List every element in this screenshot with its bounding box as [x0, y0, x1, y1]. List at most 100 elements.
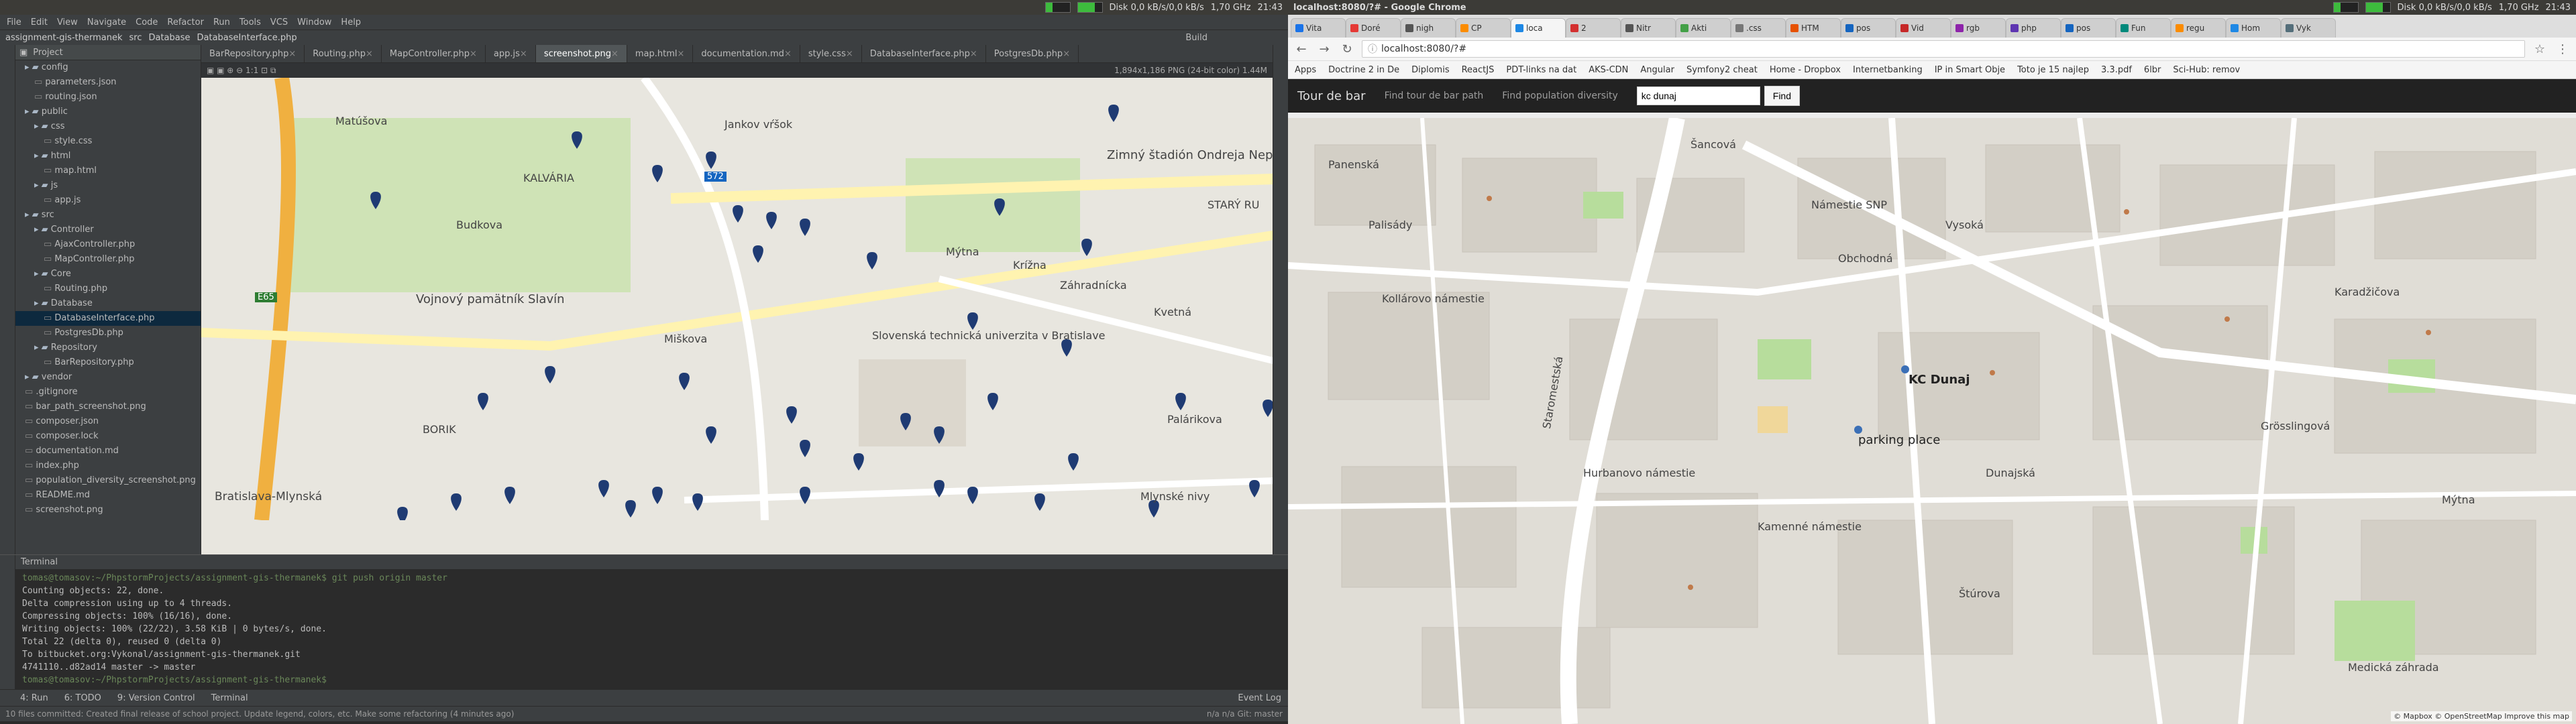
menu-refactor[interactable]: Refactor — [167, 17, 204, 27]
tree-folder[interactable]: ▸ ▰ config — [15, 60, 201, 75]
tree-file[interactable]: ▭ AjaxController.php — [15, 237, 201, 252]
close-icon[interactable]: × — [520, 49, 527, 59]
editor-tab[interactable]: MapController.php × — [382, 45, 486, 62]
tree-file[interactable]: ▭ .gitignore — [15, 385, 201, 400]
bookmark-item[interactable]: AKS-CDN — [1589, 65, 1628, 75]
tree-file[interactable]: ▭ BarRepository.php — [15, 355, 201, 370]
run-tool-button[interactable]: 4: Run — [20, 693, 48, 703]
editor-tab[interactable]: BarRepository.php × — [201, 45, 305, 62]
menu-vcs[interactable]: VCS — [270, 17, 288, 27]
tree-folder[interactable]: ▸ ▰ Database — [15, 296, 201, 311]
bookmark-item[interactable]: Sci-Hub: remov — [2173, 65, 2240, 75]
browser-tab[interactable]: Nitr — [1621, 18, 1676, 38]
browser-tab[interactable]: Vita — [1291, 18, 1346, 38]
tree-folder[interactable]: ▸ ▰ Controller — [15, 223, 201, 237]
browser-tab[interactable]: Vid — [1896, 18, 1951, 38]
breadcrumb-src[interactable]: src — [129, 33, 142, 43]
app-brand[interactable]: Tour de bar — [1297, 89, 1366, 103]
forward-icon[interactable]: → — [1316, 41, 1332, 57]
tree-folder[interactable]: ▸ ▰ css — [15, 119, 201, 134]
browser-tab[interactable]: regu — [2171, 18, 2226, 38]
reload-icon[interactable]: ↻ — [1339, 41, 1355, 57]
web-map[interactable]: KC Dunaj parking place Staromestská Pali… — [1288, 118, 2576, 724]
bookmark-item[interactable]: PDT-links na dat — [1506, 65, 1576, 75]
tree-folder[interactable]: ▸ ▰ public — [15, 105, 201, 119]
tree-folder[interactable]: ▸ ▰ html — [15, 149, 201, 164]
browser-tab[interactable]: loca — [1511, 18, 1566, 38]
tree-file[interactable]: ▭ PostgresDb.php — [15, 326, 201, 341]
tree-file[interactable]: ▭ documentation.md — [15, 444, 201, 459]
bookmark-item[interactable]: Diplomis — [1411, 65, 1450, 75]
search-input[interactable] — [1636, 86, 1760, 105]
close-icon[interactable]: × — [366, 49, 373, 59]
tree-file[interactable]: ▭ screenshot.png — [15, 503, 201, 518]
editor-tab[interactable]: style.css × — [800, 45, 862, 62]
close-icon[interactable]: × — [611, 49, 619, 59]
editor-tab[interactable]: PostgresDb.php × — [986, 45, 1079, 62]
tree-file[interactable]: ▭ parameters.json — [15, 75, 201, 90]
close-icon[interactable]: × — [784, 49, 792, 59]
find-button[interactable]: Find — [1764, 86, 1800, 106]
close-icon[interactable]: × — [846, 49, 853, 59]
back-icon[interactable]: ← — [1293, 41, 1309, 57]
tree-folder[interactable]: ▸ ▰ Core — [15, 267, 201, 282]
tree-file[interactable]: ▭ DatabaseInterface.php — [15, 311, 201, 326]
tree-folder[interactable]: ▸ ▰ vendor — [15, 370, 201, 385]
editor-tab[interactable]: map.html × — [627, 45, 694, 62]
menu-edit[interactable]: Edit — [31, 17, 48, 27]
tree-file[interactable]: ▭ population_diversity_screenshot.png — [15, 473, 201, 488]
bookmark-item[interactable]: 3.3.pdf — [2101, 65, 2132, 75]
close-icon[interactable]: × — [678, 49, 685, 59]
tree-folder[interactable]: ▸ ▰ src — [15, 208, 201, 223]
tree-file[interactable]: ▭ map.html — [15, 164, 201, 178]
tree-file[interactable]: ▭ MapController.php — [15, 252, 201, 267]
editor-tab[interactable]: Routing.php × — [305, 45, 382, 62]
browser-tab[interactable]: 2 — [1566, 18, 1621, 38]
browser-tab[interactable]: php — [2006, 18, 2061, 38]
browser-tab[interactable]: pos — [2061, 18, 2116, 38]
star-icon[interactable]: ☆ — [2532, 41, 2548, 57]
browser-tab[interactable]: Doré — [1346, 18, 1401, 38]
menu-view[interactable]: View — [57, 17, 78, 27]
editor-tab[interactable]: DatabaseInterface.php × — [862, 45, 986, 62]
tree-file[interactable]: ▭ app.js — [15, 193, 201, 208]
tree-file[interactable]: ▭ routing.json — [15, 90, 201, 105]
menu-window[interactable]: Window — [297, 17, 331, 27]
zoom-icons[interactable]: ▣ ▣ ⊕ ⊖ 1:1 ⊡ ⧉ — [207, 66, 276, 76]
tree-file[interactable]: ▭ bar_path_screenshot.png — [15, 400, 201, 414]
breadcrumb-project[interactable]: assignment-gis-thermanek — [5, 33, 122, 43]
browser-tab[interactable]: Akti — [1676, 18, 1731, 38]
bookmark-item[interactable]: Doctrine 2 in De — [1328, 65, 1399, 75]
bookmark-item[interactable]: Toto je 15 najlep — [2017, 65, 2089, 75]
tree-file[interactable]: ▭ index.php — [15, 459, 201, 473]
browser-tab[interactable]: nigh — [1401, 18, 1456, 38]
editor-tab[interactable]: screenshot.png × — [535, 45, 627, 62]
close-icon[interactable]: × — [970, 49, 977, 59]
nav-link-population[interactable]: Find population diversity — [1502, 90, 1617, 101]
editor-tab[interactable]: documentation.md × — [693, 45, 800, 62]
browser-tab[interactable]: Vyk — [2281, 18, 2336, 38]
menu-code[interactable]: Code — [136, 17, 158, 27]
menu-run[interactable]: Run — [213, 17, 230, 27]
close-icon[interactable]: × — [470, 49, 477, 59]
menu-navigate[interactable]: Navigate — [87, 17, 126, 27]
bookmark-item[interactable]: Apps — [1295, 65, 1316, 75]
close-icon[interactable]: × — [1063, 49, 1070, 59]
browser-tab[interactable]: Fun — [2116, 18, 2171, 38]
nav-link-bar-path[interactable]: Find tour de bar path — [1385, 90, 1484, 101]
tree-file[interactable]: ▭ Routing.php — [15, 282, 201, 296]
menu-file[interactable]: File — [7, 17, 21, 27]
terminal-tool-button[interactable]: Terminal — [211, 693, 248, 703]
bookmark-item[interactable]: 6lbr — [2144, 65, 2161, 75]
status-right[interactable]: n/a n/a Git: master — [1207, 709, 1283, 719]
breadcrumb-database[interactable]: Database — [148, 33, 190, 43]
todo-tool-button[interactable]: 6: TODO — [64, 693, 101, 703]
vcs-tool-button[interactable]: 9: Version Control — [117, 693, 195, 703]
tree-file[interactable]: ▭ composer.json — [15, 414, 201, 429]
tree-file[interactable]: ▭ README.md — [15, 488, 201, 503]
close-icon[interactable]: × — [288, 49, 296, 59]
bookmark-item[interactable]: Angular — [1640, 65, 1674, 75]
breadcrumb-file[interactable]: DatabaseInterface.php — [197, 33, 297, 43]
menu-icon[interactable]: ⋮ — [2555, 41, 2571, 57]
bookmark-item[interactable]: Symfony2 cheat — [1686, 65, 1758, 75]
